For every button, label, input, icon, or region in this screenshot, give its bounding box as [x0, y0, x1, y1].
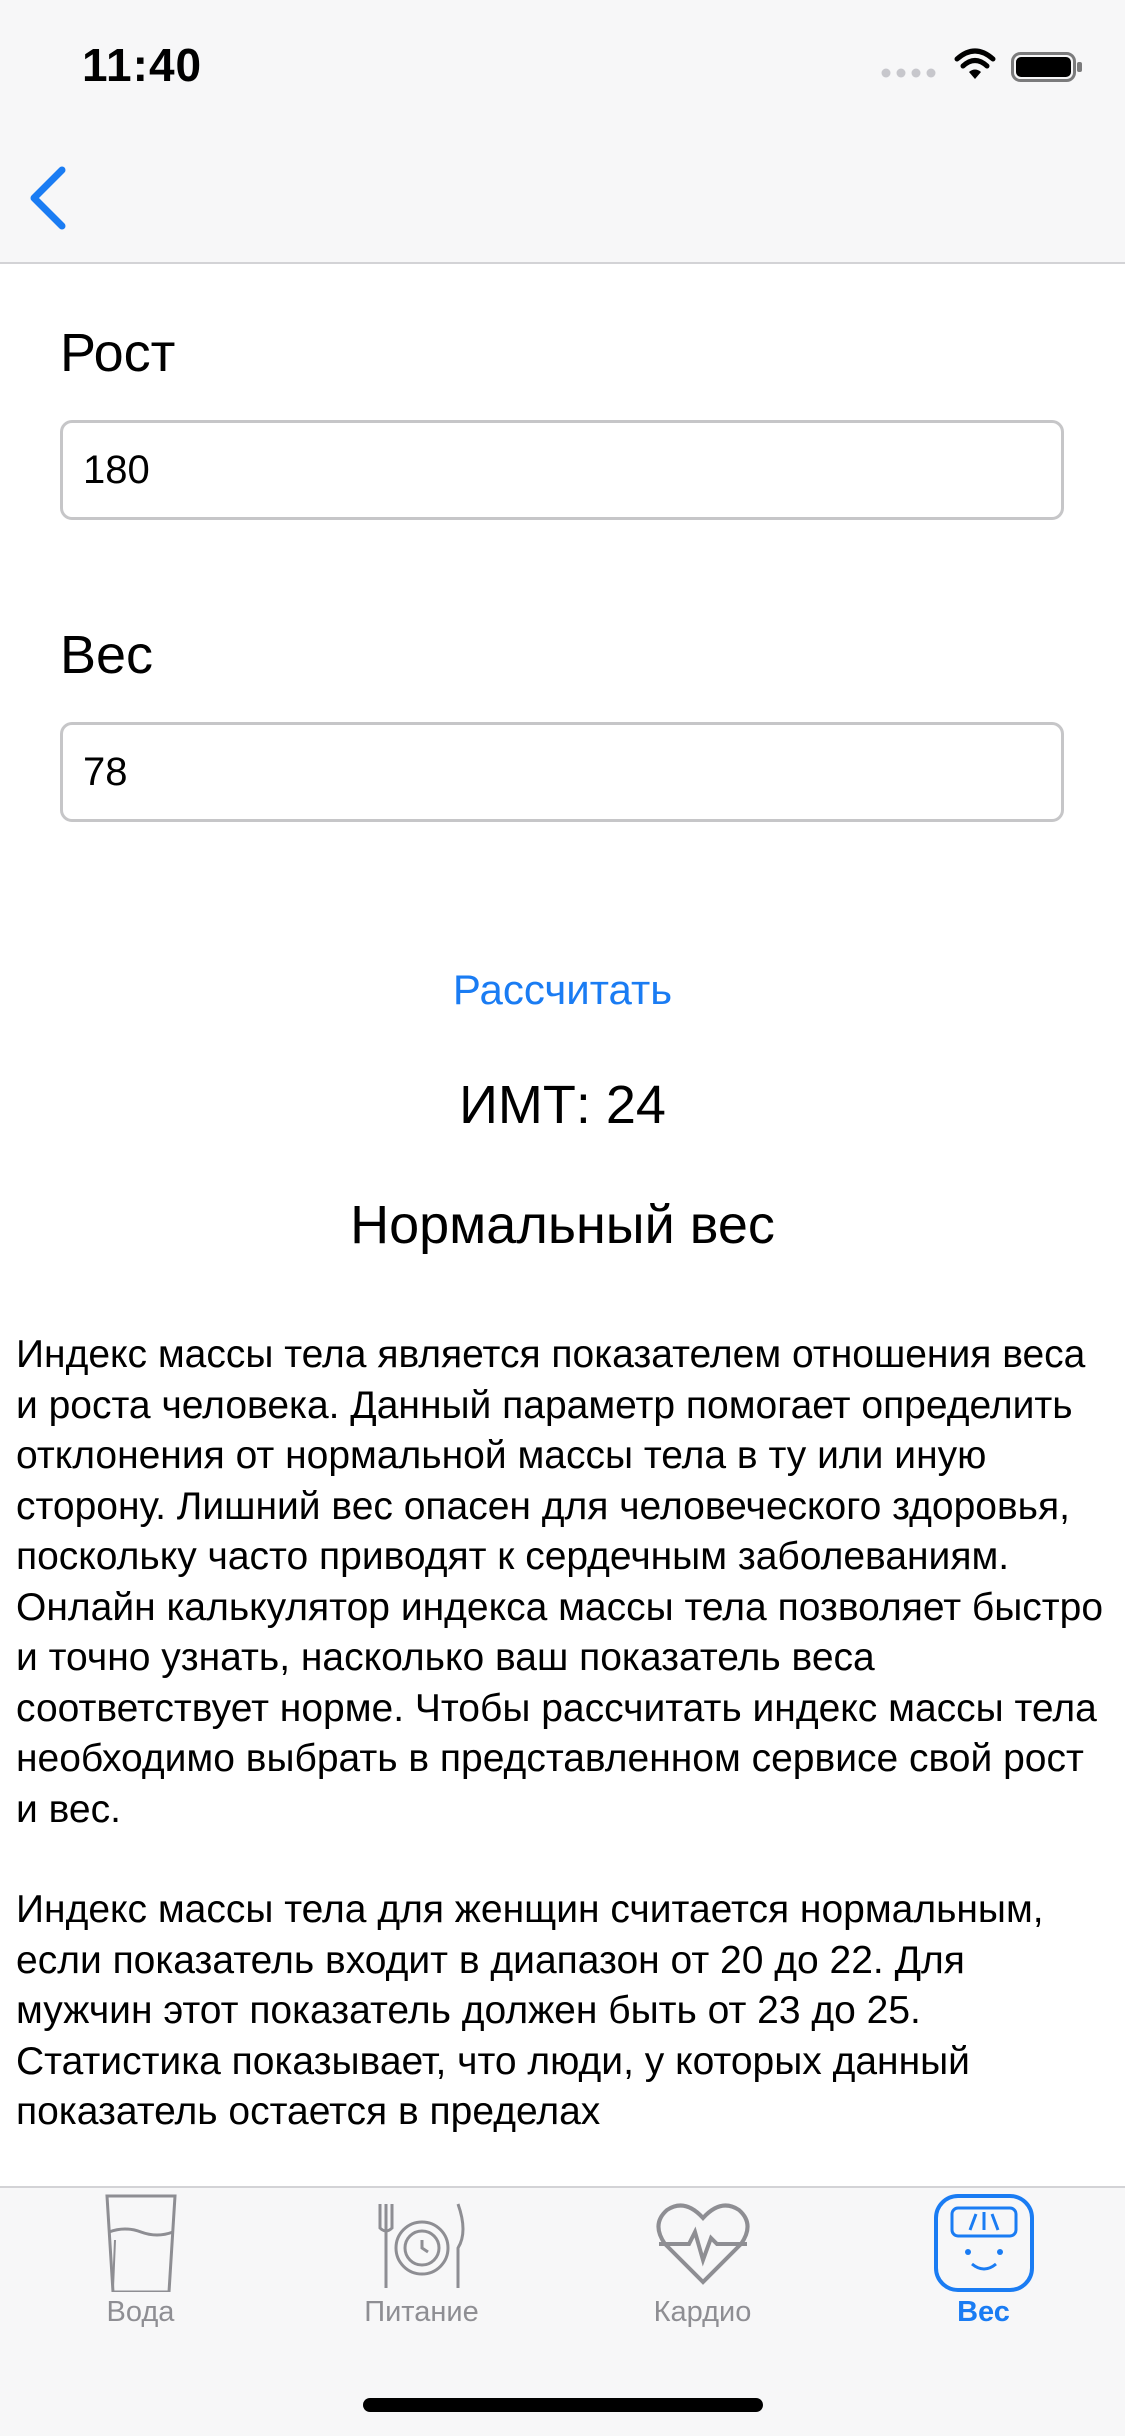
plate-cutlery-icon — [378, 2203, 464, 2288]
bmi-info-text: Индекс массы тела является показателем о… — [16, 1330, 1111, 2182]
tab-cardio[interactable]: Кардио — [562, 2188, 843, 2338]
signal-dots-icon — [881, 68, 936, 78]
wifi-icon — [954, 48, 996, 79]
calculate-button[interactable]: Рассчитать — [0, 958, 1125, 1022]
tab-water-label: Вода — [106, 2296, 175, 2328]
tab-cardio-label: Кардио — [653, 2296, 752, 2328]
info-paragraph-1: Индекс массы тела является показателем о… — [16, 1333, 1104, 1831]
tab-weight[interactable]: Вес — [843, 2188, 1124, 2338]
info-paragraph-2: Индекс массы тела для женщин считается н… — [16, 1888, 1044, 2133]
back-button[interactable] — [18, 160, 88, 240]
tab-weight-label: Вес — [957, 2296, 1010, 2328]
tab-nutrition-label: Питание — [364, 2296, 479, 2328]
navigation-bar: 11:40 — [0, 0, 1125, 264]
chevron-left-icon — [30, 166, 66, 230]
weight-input[interactable] — [60, 722, 1064, 822]
home-indicator — [363, 2398, 763, 2412]
height-label: Рост — [60, 323, 176, 383]
tab-water[interactable]: Вода — [0, 2188, 281, 2338]
tab-nutrition[interactable]: Питание — [281, 2188, 562, 2338]
bmi-result: ИМТ: 24 — [459, 1075, 666, 1135]
bmi-category: Нормальный вес — [350, 1195, 775, 1255]
battery-icon — [1011, 52, 1082, 82]
water-glass-icon — [104, 2194, 177, 2292]
status-time: 11:40 — [82, 39, 203, 91]
heart-pulse-icon — [656, 2203, 749, 2285]
height-input[interactable] — [60, 420, 1064, 520]
scale-icon — [933, 2194, 1034, 2292]
weight-label: Вес — [60, 625, 154, 685]
